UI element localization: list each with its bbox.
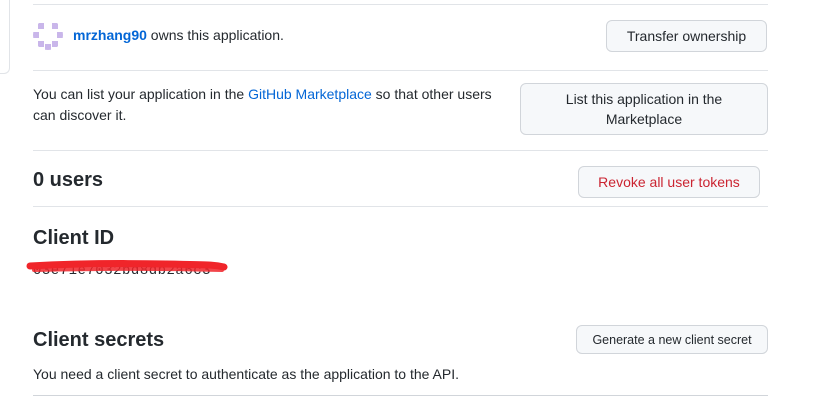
github-marketplace-link[interactable]: GitHub Marketplace [248, 86, 372, 102]
client-id-heading: Client ID [33, 227, 115, 249]
owner-suffix: owns this application. [146, 27, 284, 43]
list-in-marketplace-button[interactable]: List this application in the Marketplace [520, 83, 768, 135]
divider [33, 4, 768, 5]
client-secrets-heading: Client secrets [33, 329, 165, 351]
divider [33, 150, 768, 151]
generate-client-secret-button[interactable]: Generate a new client secret [576, 325, 768, 354]
redaction-scribble [26, 260, 228, 272]
transfer-ownership-button[interactable]: Transfer ownership [606, 20, 767, 52]
owner-text: mrzhang90 owns this application. [73, 27, 284, 43]
revoke-all-tokens-button[interactable]: Revoke all user tokens [578, 166, 760, 198]
users-count-heading: 0 users [33, 169, 103, 192]
client-secret-description: You need a client secret to authenticate… [33, 366, 460, 382]
users-count: 0 [33, 169, 45, 191]
avatar[interactable] [33, 20, 63, 50]
divider [33, 70, 768, 71]
github-app-settings-page: mrzhang90 owns this application. Transfe… [0, 0, 820, 414]
owner-row: mrzhang90 owns this application. [33, 20, 284, 50]
owner-username-link[interactable]: mrzhang90 [73, 27, 147, 43]
divider [33, 206, 768, 207]
marketplace-text-before: You can list your application in the [33, 86, 249, 102]
divider [33, 395, 768, 396]
left-panel-fragment [0, 0, 10, 74]
marketplace-description: You can list your application in the Git… [33, 84, 518, 126]
users-label: users [44, 169, 104, 191]
